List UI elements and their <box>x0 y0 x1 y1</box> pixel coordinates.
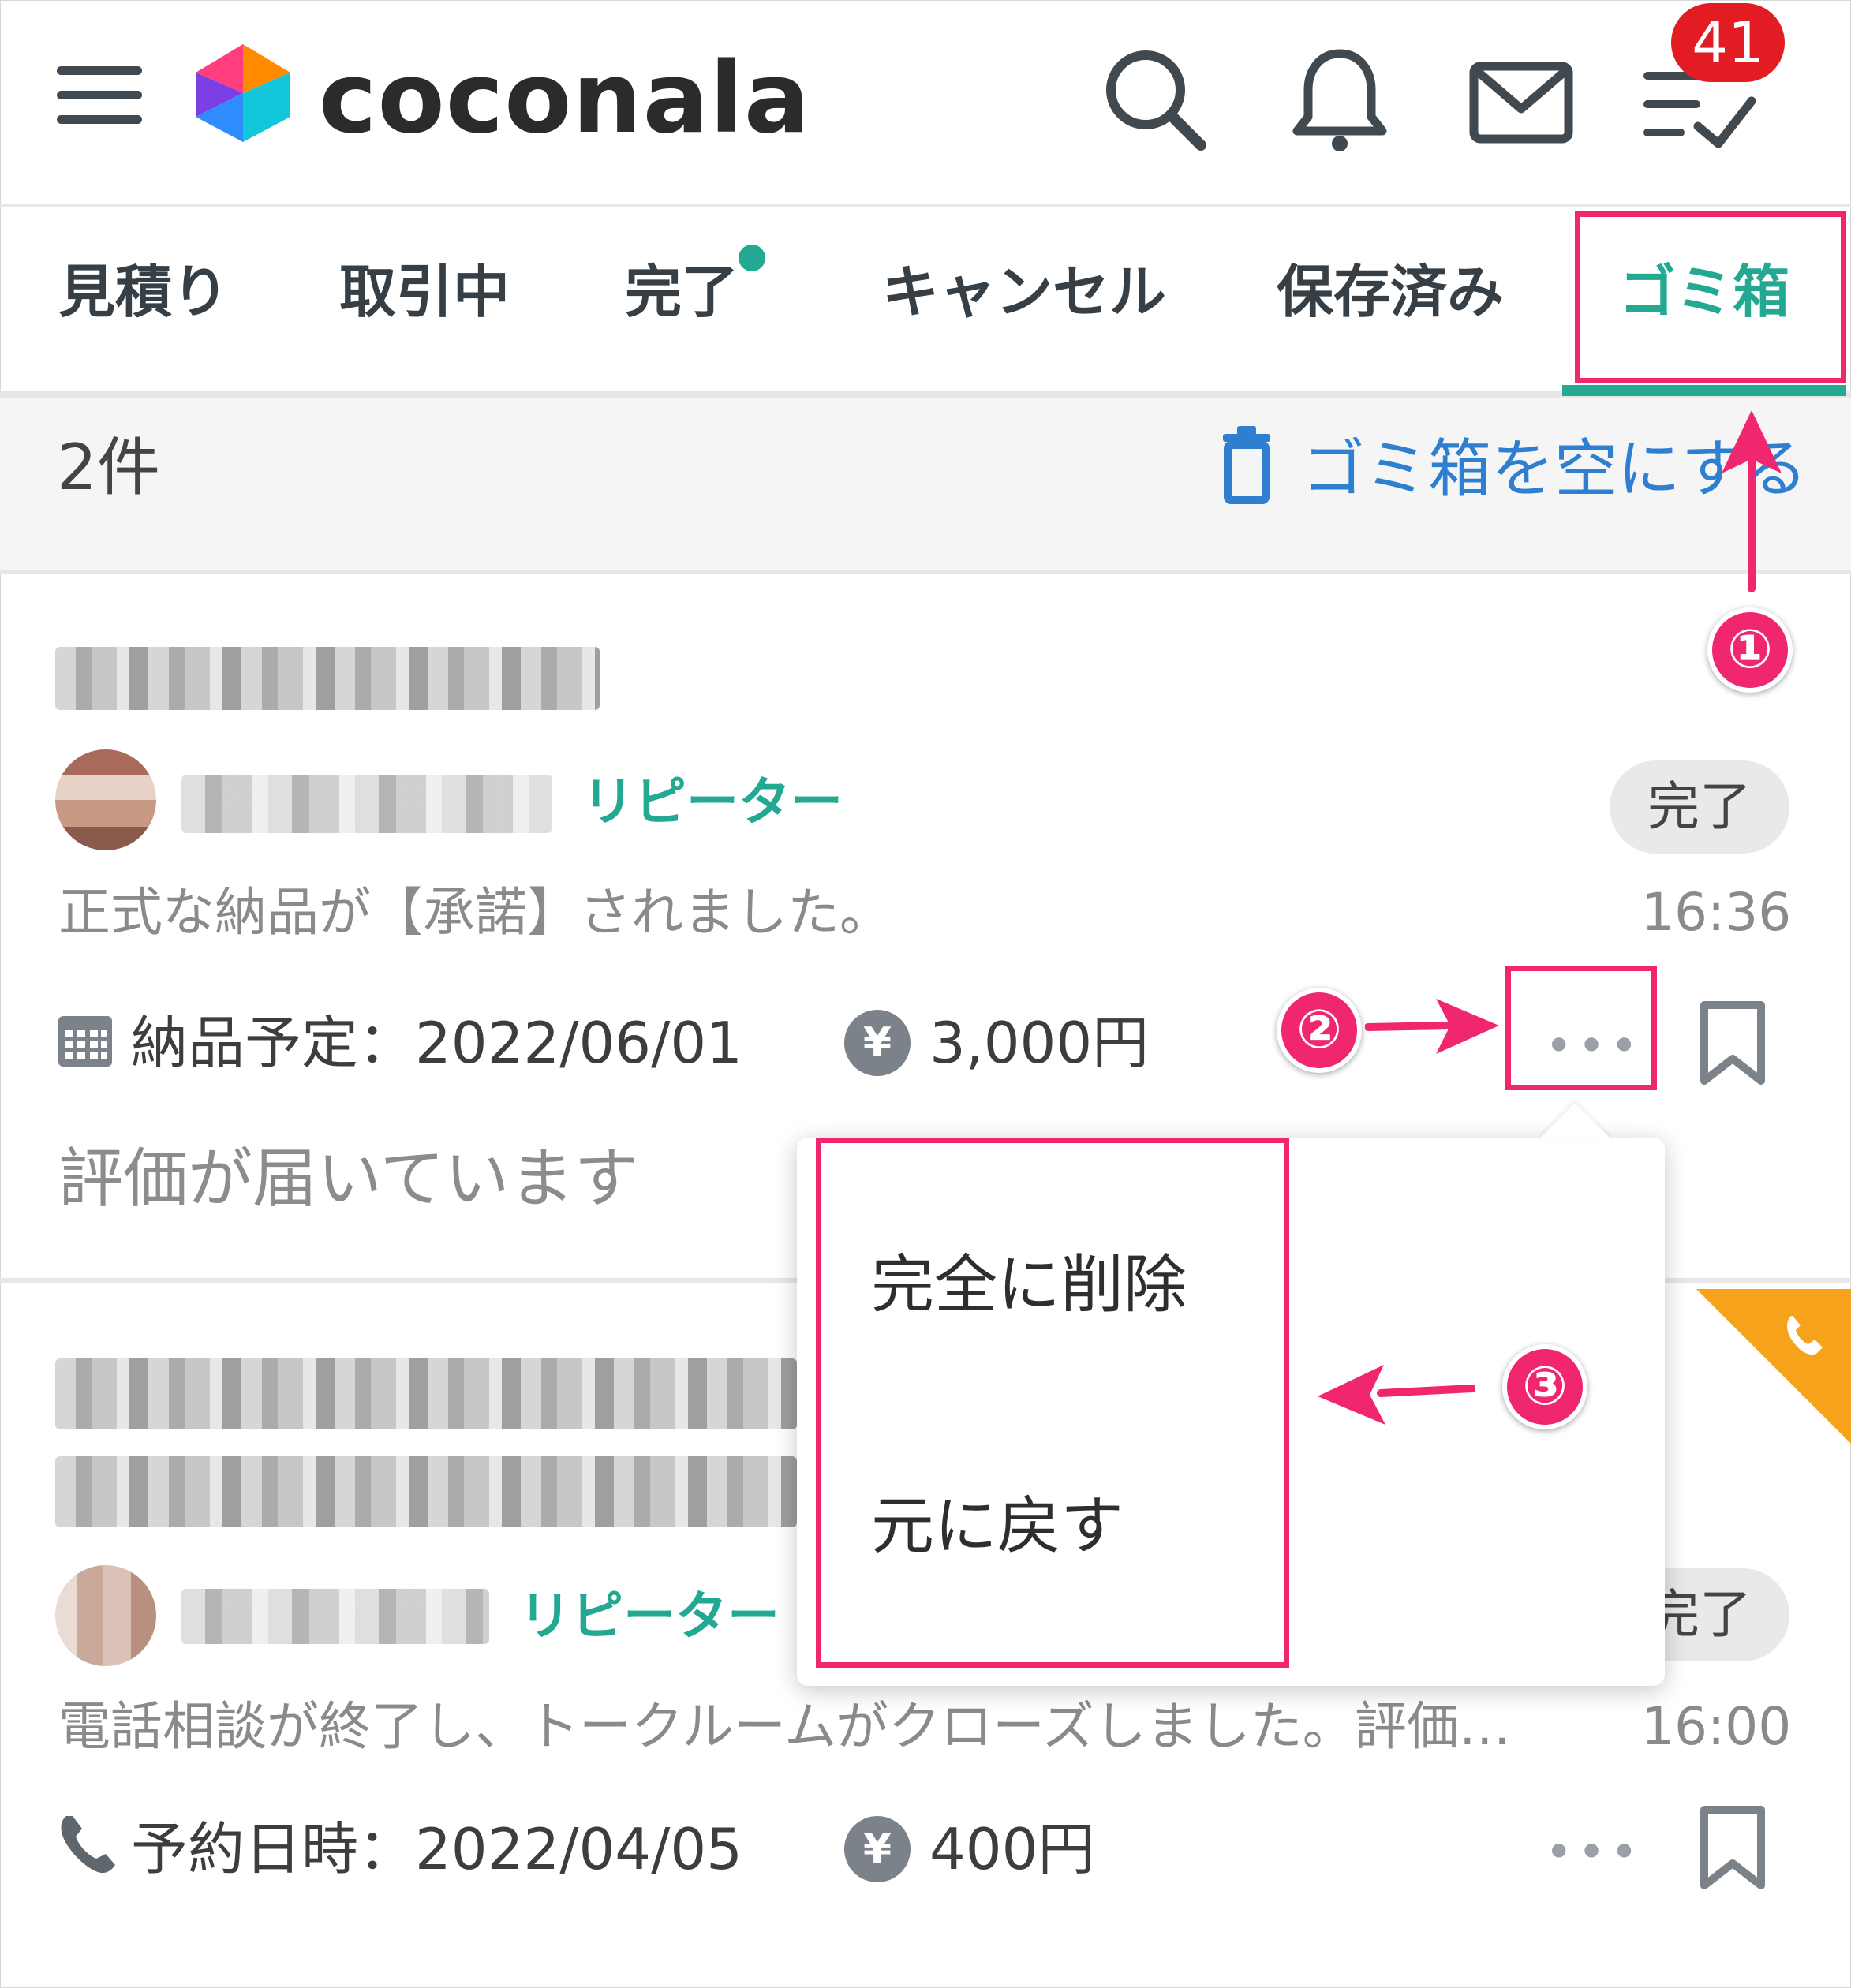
annotation-arrow-right <box>1364 996 1499 1059</box>
item-price: 3,000円 <box>929 1010 1150 1076</box>
bookmark-icon[interactable] <box>1698 1805 1767 1892</box>
tab-in-progress[interactable]: 取引中 <box>339 252 510 331</box>
review-note: 評価が届いています <box>58 1142 639 1216</box>
annotation-box-trash-tab <box>1575 211 1846 383</box>
tab-completed[interactable]: 完了 <box>625 252 739 331</box>
avatar <box>55 749 156 850</box>
result-count: 2件 <box>57 431 160 504</box>
header-divider <box>0 204 1851 207</box>
trash-icon[interactable] <box>1220 426 1273 505</box>
blurred-title <box>55 647 600 710</box>
delivery-date: 納品予定：2022/06/01 <box>131 1010 742 1076</box>
yen-icon: ¥ <box>844 1010 911 1076</box>
annotation-arrow-left <box>1318 1357 1476 1428</box>
blurred-username <box>181 1589 489 1644</box>
repeater-badge: リピーター <box>519 1586 780 1646</box>
avatar <box>55 1565 156 1666</box>
status-badge: 完了 <box>1610 760 1789 854</box>
annotation-step-2: ② <box>1277 988 1362 1073</box>
calendar-icon <box>57 1013 114 1068</box>
tab-estimate[interactable]: 見積り <box>58 252 229 331</box>
tab-saved[interactable]: 保存済み <box>1277 252 1504 331</box>
bell-icon[interactable] <box>1284 44 1395 155</box>
blurred-username <box>181 775 552 833</box>
item-message: 正式な納品が【承諾】されました。 <box>58 882 892 943</box>
item-price: 400円 <box>929 1816 1095 1882</box>
notification-badge: 41 <box>1671 3 1785 82</box>
tab-cancel[interactable]: キャンセル <box>882 252 1166 331</box>
yen-icon: ¥ <box>844 1816 911 1882</box>
item-message: 電話相談が終了し、トークルームがクローズしました。評価… <box>58 1696 1511 1757</box>
more-options-button[interactable]: ••• <box>1545 1829 1643 1876</box>
phone-corner-badge <box>1696 1289 1851 1444</box>
active-tab-indicator <box>1562 385 1846 396</box>
blurred-title-line2 <box>55 1456 797 1527</box>
bookmark-icon[interactable] <box>1698 1000 1767 1087</box>
annotation-box-more-button <box>1505 966 1657 1090</box>
item-time: 16:00 <box>1641 1696 1792 1757</box>
mail-icon[interactable] <box>1466 47 1576 158</box>
annotation-step-1: ① <box>1707 607 1793 693</box>
tab-completed-dot <box>739 245 765 271</box>
phone-icon <box>55 1813 118 1876</box>
context-menu-caret <box>1539 1103 1611 1139</box>
menu-icon[interactable] <box>57 66 142 125</box>
annotation-step-3: ③ <box>1502 1344 1587 1429</box>
blurred-title <box>55 1358 797 1429</box>
annotation-arrow-up <box>1720 410 1783 592</box>
search-icon[interactable] <box>1100 44 1210 155</box>
repeater-badge: リピーター <box>582 772 843 832</box>
reservation-date: 予約日時：2022/04/05 <box>131 1816 742 1882</box>
coconala-logo-icon[interactable] <box>196 44 290 142</box>
annotation-box-menu <box>816 1138 1289 1668</box>
item-time: 16:36 <box>1641 882 1792 943</box>
coconala-logo-text[interactable]: coconala <box>319 32 811 166</box>
